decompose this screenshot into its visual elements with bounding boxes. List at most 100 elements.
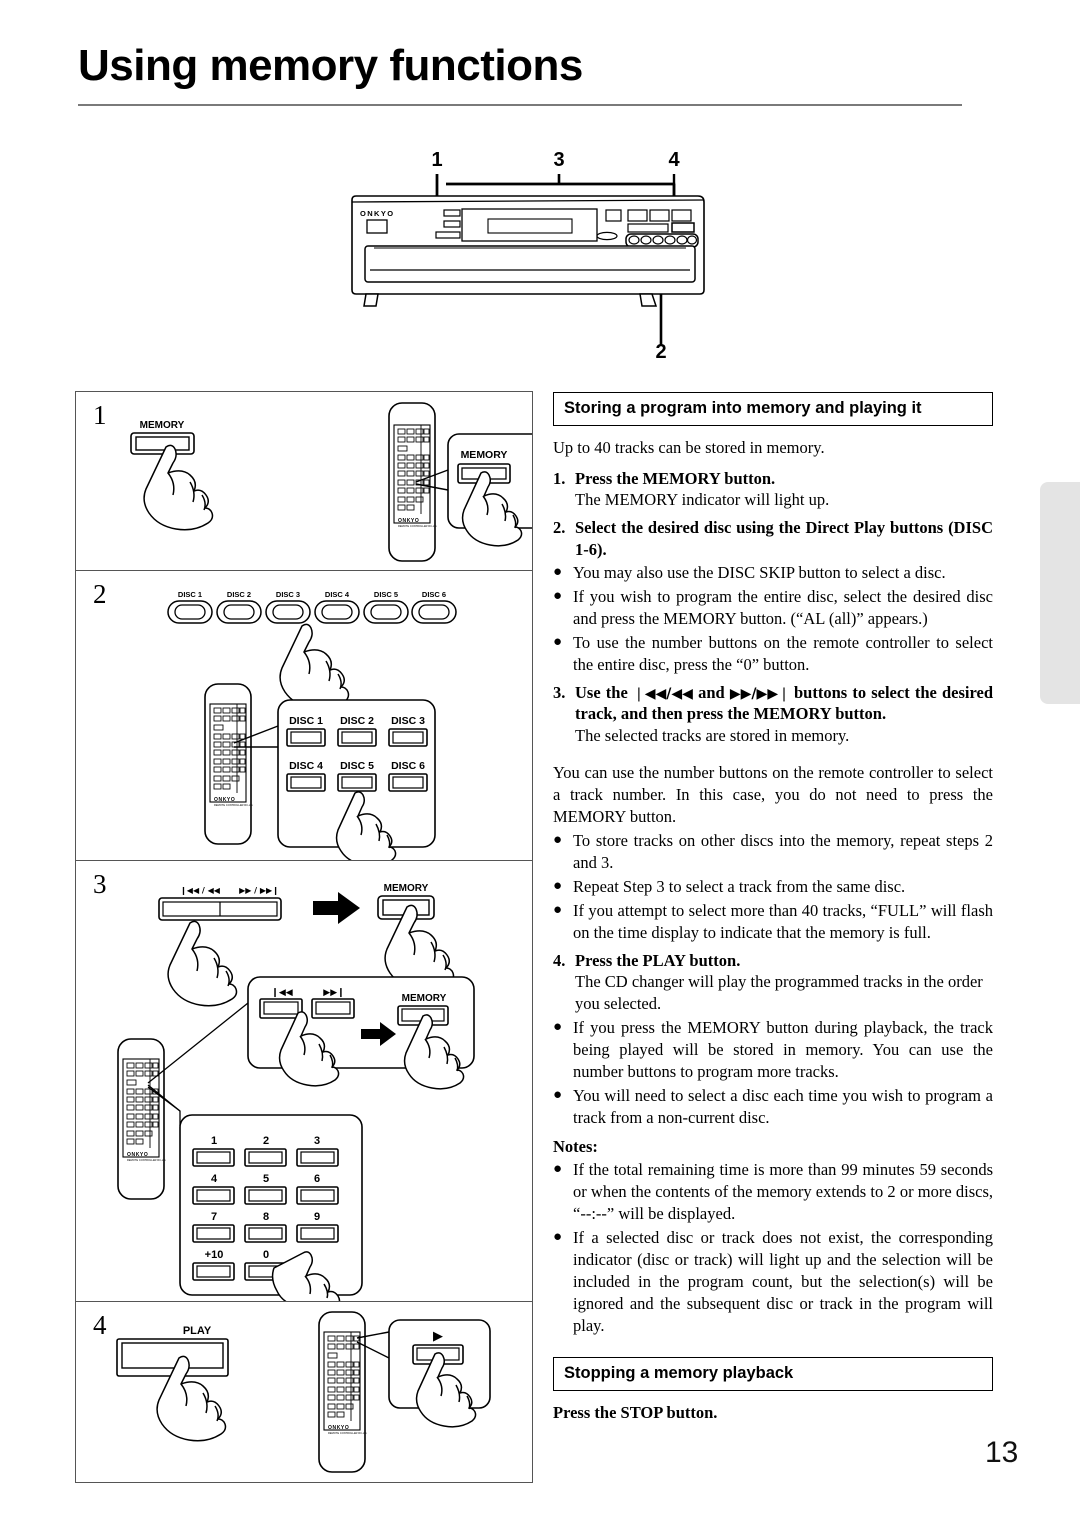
svg-text:REMOTE CONTROLLER RC-xxx: REMOTE CONTROLLER RC-xxx bbox=[127, 1158, 166, 1162]
svg-text:2: 2 bbox=[263, 1135, 269, 1147]
svg-text:DISC 3: DISC 3 bbox=[276, 590, 300, 599]
illustration-column: 1 MEMORY ONKYO REMOTE CONTROLLER RC-xxx … bbox=[75, 391, 533, 1483]
svg-text:DISC 2: DISC 2 bbox=[340, 715, 374, 727]
svg-text:9: 9 bbox=[314, 1211, 320, 1223]
para-bullet-text: If you attempt to select more than 40 tr… bbox=[573, 900, 993, 942]
bullet-dot-icon: ● bbox=[553, 1161, 563, 1178]
svg-text:▶▶❙: ▶▶❙ bbox=[323, 988, 344, 998]
svg-text:8: 8 bbox=[263, 1211, 269, 1223]
svg-text:DISC 3: DISC 3 bbox=[391, 715, 425, 727]
step-2-bullet: ● To use the number buttons on the remot… bbox=[553, 632, 993, 676]
svg-text:0: 0 bbox=[263, 1249, 269, 1261]
step-4-bullet-text: If you press the MEMORY button during pl… bbox=[573, 1017, 993, 1081]
svg-text:MEMORY: MEMORY bbox=[461, 449, 508, 461]
svg-text:DISC 5: DISC 5 bbox=[374, 590, 398, 599]
svg-text:5: 5 bbox=[263, 1173, 269, 1185]
step-2-bullet: ● You may also use the DISC SKIP button … bbox=[553, 562, 993, 584]
svg-text:❙◀◀ / ◀◀: ❙◀◀ / ◀◀ bbox=[180, 886, 221, 895]
para-bullet-text: Repeat Step 3 to select a track from the… bbox=[573, 877, 906, 896]
svg-text:ONKYO: ONKYO bbox=[328, 1425, 349, 1431]
para-bullet: ● To store tracks on other discs into th… bbox=[553, 830, 993, 874]
document-page: Using memory functions 13 1 3 4 2 ONKYO … bbox=[0, 0, 1080, 1528]
bullet-dot-icon: ● bbox=[553, 832, 563, 849]
step-1-detail: The MEMORY indicator will light up. bbox=[575, 490, 830, 510]
step-4-detail: The CD changer will play the programmed … bbox=[575, 972, 983, 1014]
svg-text:ONKYO: ONKYO bbox=[127, 1152, 148, 1158]
svg-text:REMOTE CONTROLLER RC-xxx: REMOTE CONTROLLER RC-xxx bbox=[214, 803, 253, 807]
chapter-thumb-tab bbox=[1040, 482, 1080, 704]
svg-text:1: 1 bbox=[431, 149, 442, 171]
bullet-dot-icon: ● bbox=[553, 587, 563, 604]
svg-text:1: 1 bbox=[211, 1135, 217, 1147]
step-4: 4. Press the PLAY button. bbox=[553, 950, 993, 971]
step-1: 1. Press the MEMORY button. bbox=[553, 468, 993, 489]
bullet-dot-icon: ● bbox=[553, 1086, 563, 1103]
bullet-dot-icon: ● bbox=[553, 1229, 563, 1246]
svg-text:ONKYO: ONKYO bbox=[360, 209, 395, 218]
svg-text:4: 4 bbox=[211, 1173, 218, 1185]
para-bullet: ● If you attempt to select more than 40 … bbox=[553, 900, 993, 944]
step-3-detail: The selected tracks are stored in memory… bbox=[575, 725, 850, 745]
step-4-number: 4. bbox=[553, 950, 566, 970]
step-3-number: 3. bbox=[553, 682, 566, 702]
bullet-dot-icon: ● bbox=[553, 901, 563, 918]
svg-text:REMOTE CONTROLLER RC-xxx: REMOTE CONTROLLER RC-xxx bbox=[328, 1431, 367, 1435]
step-2-bullet-text: You may also use the DISC SKIP button to… bbox=[573, 562, 946, 582]
svg-text:DISC 1: DISC 1 bbox=[289, 715, 323, 727]
note-bullet-text: If the total remaining time is more than… bbox=[573, 1160, 993, 1224]
step-1-title: Press the MEMORY button. bbox=[575, 468, 776, 488]
para-bullet: ● Repeat Step 3 to select a track from t… bbox=[553, 876, 993, 898]
section-intro: Up to 40 tracks can be stored in memory. bbox=[553, 437, 825, 457]
section-heading-stopping: Stopping a memory playback bbox=[553, 1356, 993, 1391]
svg-text:DISC 6: DISC 6 bbox=[422, 590, 446, 599]
step-4-bullet: ● You will need to select a disc each ti… bbox=[553, 1085, 993, 1129]
svg-text:ONKYO: ONKYO bbox=[214, 797, 235, 803]
number-buttons-paragraph: You can use the number buttons on the re… bbox=[553, 763, 993, 827]
svg-text:MEMORY: MEMORY bbox=[402, 993, 447, 1004]
svg-text:DISC 5: DISC 5 bbox=[340, 760, 374, 772]
svg-text:▶: ▶ bbox=[433, 1329, 443, 1344]
step-4-bullet: ● If you press the MEMORY button during … bbox=[553, 1017, 993, 1083]
svg-text:MEMORY: MEMORY bbox=[140, 420, 185, 431]
bullet-dot-icon: ● bbox=[553, 878, 563, 894]
page-title: Using memory functions bbox=[78, 41, 583, 90]
svg-text:ONKYO: ONKYO bbox=[398, 518, 419, 524]
section-heading-storing: Storing a program into memory and playin… bbox=[553, 392, 993, 426]
svg-text:MEMORY: MEMORY bbox=[384, 883, 429, 894]
step-3-title-pre: Use the bbox=[575, 682, 633, 702]
svg-text:▶▶ / ▶▶❙: ▶▶ / ▶▶❙ bbox=[239, 886, 279, 895]
step-1-number: 1. bbox=[553, 468, 566, 488]
skip-forward-icon: ▶▶/▶▶❘ bbox=[729, 685, 790, 702]
step-2-bullet-text: To use the number buttons on the remote … bbox=[573, 632, 993, 674]
note-bullet: ● If a selected disc or track does not e… bbox=[553, 1227, 993, 1337]
svg-text:REMOTE CONTROLLER RC-xxx: REMOTE CONTROLLER RC-xxx bbox=[398, 524, 437, 528]
title-rule bbox=[78, 104, 962, 106]
svg-text:4: 4 bbox=[668, 149, 680, 171]
step-4-bullet-text: You will need to select a disc each time… bbox=[573, 1085, 993, 1127]
svg-text:2: 2 bbox=[655, 341, 666, 363]
figure-step-3: 3 ❙◀◀ / ◀◀ ▶▶ / ▶▶❙ MEMORY ❙◀◀ ▶▶❙ MEMOR… bbox=[76, 861, 532, 1302]
step-3-title: Use the ❘◀◀/◀◀ and ▶▶/▶▶❘ buttons to sel… bbox=[575, 682, 993, 725]
cd-changer-diagram: 1 3 4 2 ONKYO bbox=[330, 140, 730, 370]
skip-back-icon: ❘◀◀/◀◀ bbox=[632, 685, 694, 702]
step-2-bullet-text: If you wish to program the entire disc, … bbox=[573, 586, 993, 628]
bullet-dot-icon: ● bbox=[553, 1018, 563, 1035]
bullet-dot-icon: ● bbox=[553, 633, 563, 650]
para-bullet-text: To store tracks on other discs into the … bbox=[573, 831, 993, 873]
instructions-column: Storing a program into memory and playin… bbox=[553, 392, 993, 1423]
svg-text:DISC 6: DISC 6 bbox=[391, 760, 425, 772]
step-4-title: Press the PLAY button. bbox=[575, 950, 741, 970]
step-2: 2. Select the desired disc using the Dir… bbox=[553, 517, 993, 560]
step-3: 3. Use the ❘◀◀/◀◀ and ▶▶/▶▶❘ buttons to … bbox=[553, 682, 993, 725]
step-2-title: Select the desired disc using the Direct… bbox=[575, 518, 993, 559]
figure-step-2: 2 DISC 1 DISC 2 DISC 3 DISC 4 DISC 5 DIS… bbox=[76, 571, 532, 861]
figure-step-4: 4 PLAY ONKYO REMOTE CONTROLLER RC-xxx ▶ bbox=[76, 1302, 532, 1482]
svg-text:6: 6 bbox=[314, 1173, 320, 1185]
svg-text:DISC 1: DISC 1 bbox=[178, 590, 202, 599]
svg-text:PLAY: PLAY bbox=[183, 1325, 212, 1337]
note-bullet-text: If a selected disc or track does not exi… bbox=[573, 1228, 993, 1336]
svg-text:3: 3 bbox=[553, 149, 564, 171]
bullet-dot-icon: ● bbox=[553, 563, 563, 580]
step-2-bullet: ● If you wish to program the entire disc… bbox=[553, 586, 993, 630]
note-bullet: ● If the total remaining time is more th… bbox=[553, 1159, 993, 1225]
